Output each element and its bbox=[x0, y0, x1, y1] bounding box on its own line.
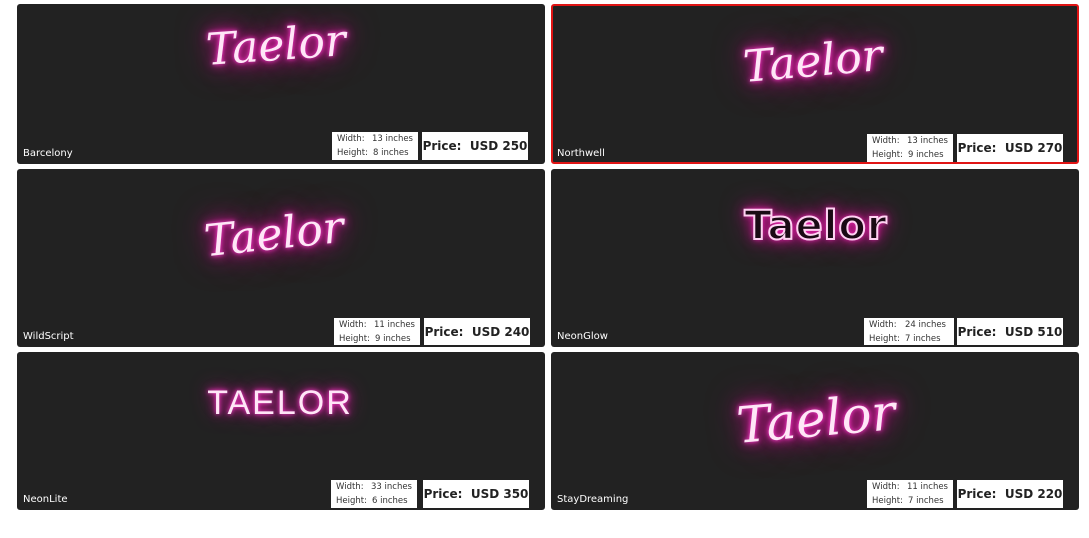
price-label: Price: bbox=[424, 325, 464, 339]
neon-preview-text: Taelor bbox=[743, 202, 888, 250]
neon-preview-text: Taelor bbox=[741, 30, 885, 93]
price-box: Price: USD 240 bbox=[424, 318, 530, 345]
font-option-grid: Taelor Barcelony Width: 13 inches Height:… bbox=[0, 0, 1089, 538]
font-option-card-northwell[interactable]: Taelor Northwell Width: 13 inches Height:… bbox=[551, 4, 1079, 164]
price-value: USD 270 bbox=[1004, 141, 1063, 155]
price-value: USD 510 bbox=[1004, 325, 1063, 339]
font-name-label: Northwell bbox=[557, 148, 605, 159]
width-value: 13 inches bbox=[907, 136, 948, 146]
font-name-label: StayDreaming bbox=[557, 494, 629, 505]
width-label: Width: bbox=[872, 482, 900, 492]
font-option-card-staydreaming[interactable]: Taelor StayDreaming Width: 11 inches Heig… bbox=[551, 352, 1079, 510]
width-label: Width: bbox=[872, 136, 900, 146]
dimensions-box: Width: 11 inches Height: 7 inches bbox=[867, 480, 953, 508]
width-value: 33 inches bbox=[371, 482, 412, 492]
dimensions-box: Width: 33 inches Height: 6 inches bbox=[331, 480, 417, 508]
height-value: 9 inches bbox=[908, 150, 944, 160]
width-label: Width: bbox=[336, 482, 364, 492]
font-option-card-barcelony[interactable]: Taelor Barcelony Width: 13 inches Height:… bbox=[17, 4, 545, 164]
price-box: Price: USD 220 bbox=[957, 480, 1063, 508]
width-value: 13 inches bbox=[372, 134, 413, 144]
width-value: 24 inches bbox=[905, 320, 946, 330]
font-name-label: NeonLite bbox=[23, 494, 68, 505]
dimensions-box: Width: 11 inches Height: 9 inches bbox=[334, 318, 420, 345]
width-value: 11 inches bbox=[907, 482, 948, 492]
price-box: Price: USD 510 bbox=[957, 318, 1063, 345]
height-value: 7 inches bbox=[908, 496, 944, 506]
neon-preview-text: Taelor bbox=[734, 383, 898, 455]
price-box: Price: USD 270 bbox=[957, 134, 1063, 162]
width-label: Width: bbox=[337, 134, 365, 144]
font-name-label: WildScript bbox=[23, 331, 74, 342]
price-label: Price: bbox=[423, 487, 463, 501]
price-label: Price: bbox=[422, 139, 462, 153]
height-value: 7 inches bbox=[905, 334, 941, 344]
dimensions-box: Width: 13 inches Height: 9 inches bbox=[867, 134, 953, 162]
width-label: Width: bbox=[869, 320, 897, 330]
price-value: USD 240 bbox=[471, 325, 530, 339]
height-value: 6 inches bbox=[372, 496, 408, 506]
font-option-card-wildscript[interactable]: Taelor WildScript Width: 11 inches Height… bbox=[17, 169, 545, 347]
dimensions-box: Width: 24 inches Height: 7 inches bbox=[864, 318, 954, 345]
neon-preview-text: Taelor bbox=[204, 15, 348, 76]
price-value: USD 250 bbox=[469, 139, 528, 153]
neon-preview-text: Taelor bbox=[201, 201, 347, 268]
font-name-label: NeonGlow bbox=[557, 331, 608, 342]
height-label: Height: bbox=[872, 150, 903, 160]
width-label: Width: bbox=[339, 320, 367, 330]
neon-preview-text: TAELOR bbox=[207, 384, 353, 422]
price-value: USD 350 bbox=[470, 487, 529, 501]
font-option-card-neonglow[interactable]: Taelor NeonGlow Width: 24 inches Height: 7… bbox=[551, 169, 1079, 347]
width-value: 11 inches bbox=[374, 320, 415, 330]
price-label: Price: bbox=[957, 487, 997, 501]
price-label: Price: bbox=[957, 325, 997, 339]
price-label: Price: bbox=[957, 141, 997, 155]
font-name-label: Barcelony bbox=[23, 148, 73, 159]
height-label: Height: bbox=[336, 496, 367, 506]
height-label: Height: bbox=[869, 334, 900, 344]
height-value: 9 inches bbox=[375, 334, 411, 344]
height-value: 8 inches bbox=[373, 148, 409, 158]
height-label: Height: bbox=[872, 496, 903, 506]
price-box: Price: USD 250 bbox=[422, 132, 528, 160]
height-label: Height: bbox=[337, 148, 368, 158]
dimensions-box: Width: 13 inches Height: 8 inches bbox=[332, 132, 418, 160]
price-box: Price: USD 350 bbox=[423, 480, 529, 508]
font-option-card-neonlite[interactable]: TAELOR NeonLite Width: 33 inches Height: 6… bbox=[17, 352, 545, 510]
price-value: USD 220 bbox=[1004, 487, 1063, 501]
height-label: Height: bbox=[339, 334, 370, 344]
